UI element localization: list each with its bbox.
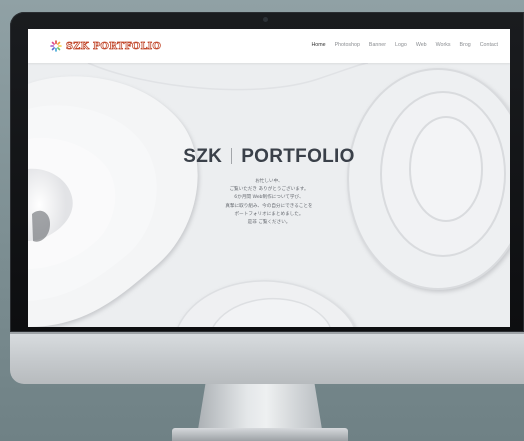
device-mockup-scene: SZK PORTFOLIO Home Photoshop Banner Logo… <box>0 0 524 441</box>
nav-contact[interactable]: Contact <box>480 42 498 48</box>
starburst-logo-icon <box>50 40 62 52</box>
hero-title-left: SZK <box>183 146 223 167</box>
hero-intro: お忙しい中、 ご覧いただき ありがとうございます。 6か月間 Web制作について… <box>28 178 510 227</box>
chin-edge <box>10 332 524 334</box>
website-screen: SZK PORTFOLIO Home Photoshop Banner Logo… <box>28 29 510 327</box>
nav-brog[interactable]: Brog <box>460 42 471 48</box>
site-header: SZK PORTFOLIO Home Photoshop Banner Logo… <box>28 29 510 63</box>
monitor-chin <box>10 332 524 384</box>
intro-line: ポートフォリオにまとめました。 <box>234 211 304 217</box>
intro-line: お忙しい中、 <box>255 179 283 184</box>
title-divider <box>231 148 233 164</box>
hero-title: SZK PORTFOLIO <box>28 146 510 168</box>
site-logo[interactable]: SZK PORTFOLIO <box>50 39 161 53</box>
nav-photoshop[interactable]: Photoshop <box>335 42 360 48</box>
camera-dot <box>263 17 268 22</box>
intro-line: 真摯に取り組み、今の自分にできることを <box>225 203 313 209</box>
intro-line: ご覧いただき ありがとうございます。 <box>229 187 309 193</box>
nav-web[interactable]: Web <box>416 42 427 48</box>
nav-home[interactable]: Home <box>311 42 325 48</box>
monitor-stand-neck <box>197 384 323 432</box>
monitor-stand-foot <box>172 428 348 441</box>
nav-works[interactable]: Works <box>436 42 451 48</box>
logo-text: SZK PORTFOLIO <box>66 40 162 52</box>
nav-banner[interactable]: Banner <box>369 42 386 48</box>
nav-logo[interactable]: Logo <box>395 42 407 48</box>
hero-title-right: PORTFOLIO <box>241 146 355 167</box>
intro-line: 是非 ご覧ください。 <box>247 220 291 226</box>
intro-line: 6か月間 Web制作について学び、 <box>234 195 304 201</box>
main-nav: Home Photoshop Banner Logo Web Works Bro… <box>302 42 498 48</box>
